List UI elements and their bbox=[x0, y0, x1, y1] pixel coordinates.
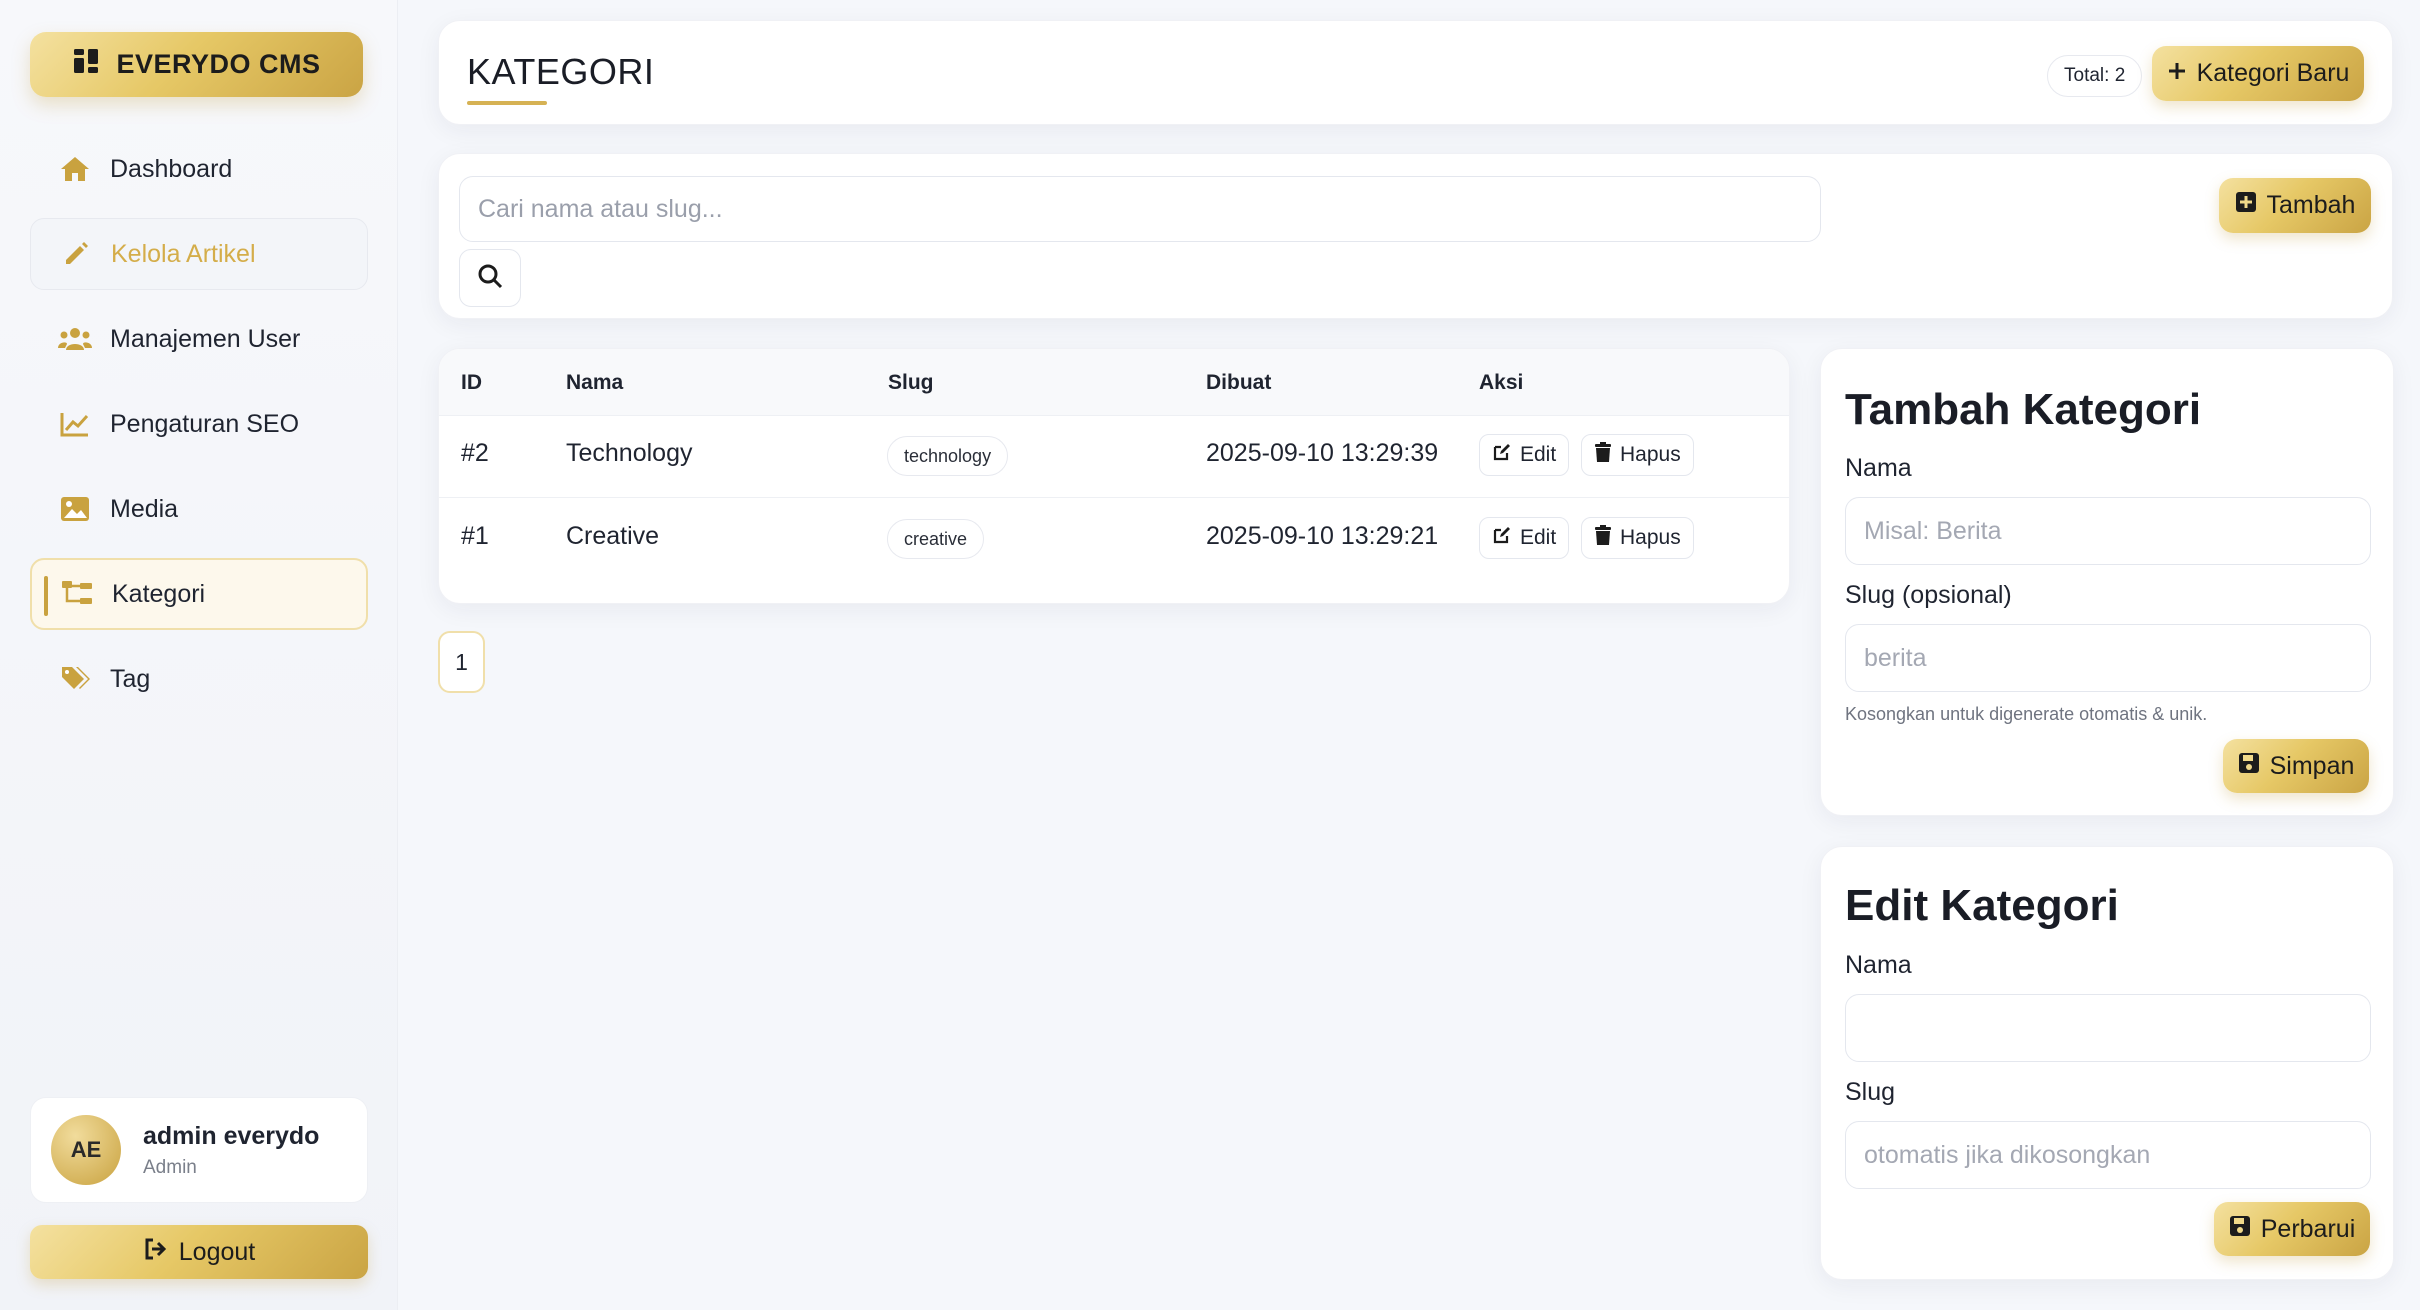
column-header-slug: Slug bbox=[888, 371, 934, 394]
table-header: ID Nama Slug Dibuat Aksi bbox=[439, 349, 1789, 415]
search-panel: Tambah bbox=[438, 153, 2393, 319]
page-title: KATEGORI bbox=[467, 51, 655, 92]
save-button[interactable]: Simpan bbox=[2223, 739, 2369, 793]
floppy-disk-icon bbox=[2229, 1215, 2251, 1244]
update-label: Perbarui bbox=[2260, 1214, 2356, 1243]
column-header-action: Aksi bbox=[1479, 371, 1524, 394]
brand-logo[interactable]: EVERYDO CMS bbox=[30, 32, 363, 97]
update-button[interactable]: Perbarui bbox=[2214, 1202, 2370, 1256]
sidebar-item-manajemen-user[interactable]: Manajemen User bbox=[30, 303, 368, 375]
edit-icon bbox=[1492, 525, 1512, 551]
cell-id: #2 bbox=[461, 439, 489, 467]
table-row: #1 Creative creative 2025-09-10 13:29:21… bbox=[439, 497, 1789, 579]
sidebar-item-kelola-artikel[interactable]: Kelola Artikel bbox=[30, 218, 368, 290]
search-button[interactable] bbox=[459, 249, 521, 307]
edit-button[interactable]: Edit bbox=[1479, 434, 1570, 476]
delete-label: Hapus bbox=[1620, 443, 1681, 466]
sidebar: EVERYDO CMS Dashboard Kelola Artikel Man… bbox=[0, 0, 398, 1310]
user-info: admin everydo Admin bbox=[143, 1122, 319, 1179]
total-badge: Total: 2 bbox=[2047, 55, 2143, 97]
plus-square-icon bbox=[2235, 191, 2257, 220]
edit-slug-label: Slug bbox=[1845, 1078, 1896, 1106]
sidebar-item-media[interactable]: Media bbox=[30, 473, 368, 545]
trash-icon bbox=[1594, 525, 1612, 551]
search-input[interactable] bbox=[459, 176, 1821, 242]
new-category-label: Kategori Baru bbox=[2196, 59, 2350, 87]
column-header-created: Dibuat bbox=[1206, 371, 1272, 394]
cell-id: #1 bbox=[461, 522, 489, 550]
add-slug-label: Slug (opsional) bbox=[1845, 581, 2012, 609]
add-button[interactable]: Tambah bbox=[2219, 178, 2371, 233]
tags-icon bbox=[58, 665, 92, 693]
edit-icon bbox=[1492, 442, 1512, 468]
slug-hint: Kosongkan untuk digenerate otomatis & un… bbox=[1845, 704, 2208, 724]
sidebar-item-label: Dashboard bbox=[110, 154, 233, 183]
plus-icon bbox=[2167, 59, 2187, 88]
edit-name-label: Nama bbox=[1845, 951, 1912, 979]
home-icon bbox=[58, 155, 92, 183]
page-header: KATEGORI Total: 2 Kategori Baru bbox=[438, 20, 2393, 125]
cell-slug: technology bbox=[887, 436, 1009, 476]
trash-icon bbox=[1594, 442, 1612, 468]
user-name: admin everydo bbox=[143, 1121, 320, 1150]
pencil-icon bbox=[59, 240, 93, 268]
sign-out-icon bbox=[143, 1237, 169, 1268]
table-row: #2 Technology technology 2025-09-10 13:2… bbox=[439, 415, 1789, 497]
logout-button[interactable]: Logout bbox=[30, 1225, 368, 1279]
add-name-input[interactable] bbox=[1845, 497, 2371, 565]
add-slug-input[interactable] bbox=[1845, 624, 2371, 692]
edit-name-input[interactable] bbox=[1845, 994, 2371, 1062]
sidebar-item-label: Pengaturan SEO bbox=[110, 409, 300, 438]
sidebar-item-kategori[interactable]: Kategori bbox=[30, 558, 368, 630]
brand-name: EVERYDO CMS bbox=[116, 49, 321, 79]
cell-name: Technology bbox=[566, 439, 693, 467]
edit-label: Edit bbox=[1520, 526, 1557, 549]
grid-icon bbox=[72, 47, 100, 82]
cell-name: Creative bbox=[566, 522, 660, 550]
add-category-form: Tambah Kategori Nama Slug (opsional) Kos… bbox=[1820, 348, 2394, 816]
category-table: ID Nama Slug Dibuat Aksi #2 Technology t… bbox=[438, 348, 1790, 604]
sidebar-item-label: Tag bbox=[110, 664, 151, 693]
edit-category-form: Edit Kategori Nama Slug Perbarui bbox=[1820, 846, 2394, 1280]
floppy-disk-icon bbox=[2238, 752, 2260, 781]
edit-label: Edit bbox=[1520, 443, 1557, 466]
delete-button[interactable]: Hapus bbox=[1581, 517, 1694, 559]
search-icon bbox=[477, 263, 503, 294]
image-icon bbox=[58, 496, 92, 522]
edit-form-title: Edit Kategori bbox=[1845, 881, 2119, 930]
cell-created: 2025-09-10 13:29:21 bbox=[1206, 522, 1439, 550]
add-name-label: Nama bbox=[1845, 454, 1912, 482]
user-card[interactable]: AE admin everydo Admin bbox=[30, 1097, 368, 1203]
cell-created: 2025-09-10 13:29:39 bbox=[1206, 439, 1439, 467]
edit-slug-input[interactable] bbox=[1845, 1121, 2371, 1189]
sitemap-icon bbox=[60, 580, 94, 608]
chart-line-icon bbox=[58, 411, 92, 437]
sidebar-item-label: Media bbox=[110, 494, 179, 523]
title-underline bbox=[467, 101, 547, 105]
logout-label: Logout bbox=[178, 1237, 256, 1266]
sidebar-item-label: Kelola Artikel bbox=[111, 239, 256, 268]
users-icon bbox=[58, 326, 92, 352]
add-label: Tambah bbox=[2266, 191, 2356, 219]
sidebar-item-pengaturan-seo[interactable]: Pengaturan SEO bbox=[30, 388, 368, 460]
delete-button[interactable]: Hapus bbox=[1581, 434, 1694, 476]
edit-button[interactable]: Edit bbox=[1479, 517, 1570, 559]
add-form-title: Tambah Kategori bbox=[1845, 385, 2202, 434]
delete-label: Hapus bbox=[1620, 526, 1681, 549]
avatar: AE bbox=[51, 1115, 121, 1185]
save-label: Simpan bbox=[2269, 751, 2355, 780]
column-header-id: ID bbox=[461, 371, 482, 394]
pagination-page-1[interactable]: 1 bbox=[438, 631, 485, 693]
sidebar-item-dashboard[interactable]: Dashboard bbox=[30, 133, 368, 205]
cell-slug: creative bbox=[887, 519, 985, 559]
sidebar-item-label: Kategori bbox=[112, 579, 206, 608]
new-category-button[interactable]: Kategori Baru bbox=[2152, 46, 2364, 101]
user-role: Admin bbox=[143, 1156, 197, 1178]
column-header-name: Nama bbox=[566, 371, 624, 394]
sidebar-item-label: Manajemen User bbox=[110, 324, 301, 353]
sidebar-item-tag[interactable]: Tag bbox=[30, 643, 368, 715]
